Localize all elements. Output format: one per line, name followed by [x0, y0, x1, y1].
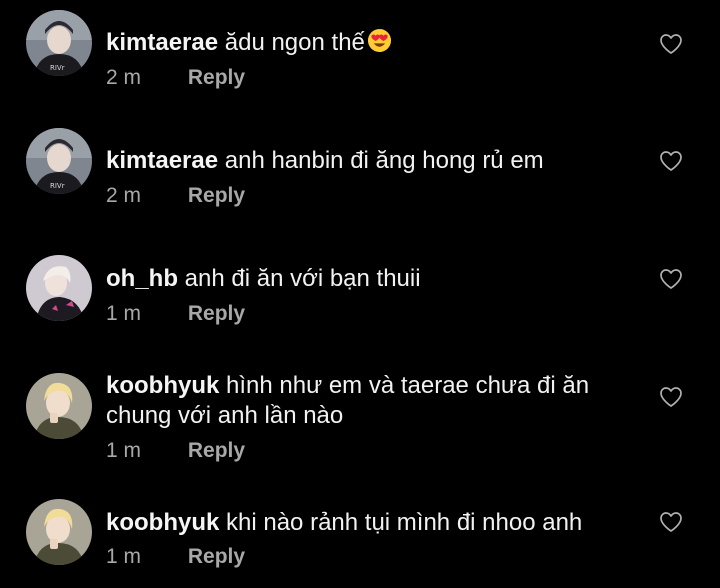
- comment-body: kimtaerae anh hanbin đi ăng hong rủ em: [106, 146, 626, 176]
- heart-icon[interactable]: [659, 268, 683, 290]
- svg-text:RIVr: RIVr: [50, 182, 65, 190]
- heart-icon[interactable]: [659, 33, 683, 55]
- reply-button[interactable]: Reply: [188, 438, 245, 464]
- reply-button[interactable]: Reply: [188, 301, 245, 327]
- heart-eyes-emoji-icon: [367, 28, 391, 53]
- heart-icon[interactable]: [659, 150, 683, 172]
- comment-text: anh hanbin đi ăng hong rủ em: [224, 147, 544, 174]
- comment-time: 1 m: [106, 439, 142, 462]
- comment-meta: 1 m Reply: [106, 544, 245, 570]
- heart-icon[interactable]: [659, 386, 683, 408]
- comment-body: kimtaerae ădu ngon thế: [106, 28, 626, 58]
- comment-time: 2 m: [106, 66, 142, 89]
- avatar[interactable]: RIVr: [26, 128, 92, 194]
- comment-meta: 2 m Reply: [106, 183, 245, 209]
- comment-body: koobhyuk khi nào rảnh tụi mình đi nhoo a…: [106, 508, 626, 538]
- comment-body: koobhyuk hình như em và taerae chưa đi ă…: [106, 371, 626, 431]
- avatar-image: RIVr: [26, 10, 92, 76]
- comment-time: 2 m: [106, 184, 142, 207]
- comment-meta: 1 m Reply: [106, 301, 245, 327]
- avatar-image: RIVr: [26, 128, 92, 194]
- svg-text:RIVr: RIVr: [50, 64, 65, 72]
- reply-button[interactable]: Reply: [188, 544, 245, 570]
- comment-meta: 1 m Reply: [106, 438, 245, 464]
- avatar-image: [26, 255, 92, 321]
- comment-username[interactable]: koobhyuk: [106, 509, 219, 536]
- comment-text: anh đi ăn với bạn thuii: [184, 265, 421, 292]
- avatar-image: [26, 373, 92, 439]
- reply-button[interactable]: Reply: [188, 183, 245, 209]
- comment-text: khi nào rảnh tụi mình đi nhoo anh: [226, 509, 583, 536]
- comment-username[interactable]: kimtaerae: [106, 29, 218, 56]
- comment-text: ădu ngon thế: [224, 29, 365, 56]
- comment-time: 1 m: [106, 302, 142, 325]
- avatar[interactable]: RIVr: [26, 10, 92, 76]
- comment-username[interactable]: oh_hb: [106, 265, 178, 292]
- comment-meta: 2 m Reply: [106, 65, 245, 91]
- comment-time: 1 m: [106, 545, 142, 568]
- comment-username[interactable]: koobhyuk: [106, 372, 219, 399]
- avatar[interactable]: [26, 255, 92, 321]
- heart-icon[interactable]: [659, 511, 683, 533]
- avatar[interactable]: [26, 499, 92, 565]
- comment-body: oh_hb anh đi ăn với bạn thuii: [106, 264, 626, 294]
- comment-username[interactable]: kimtaerae: [106, 147, 218, 174]
- avatar[interactable]: [26, 373, 92, 439]
- reply-button[interactable]: Reply: [188, 65, 245, 91]
- avatar-image: [26, 499, 92, 565]
